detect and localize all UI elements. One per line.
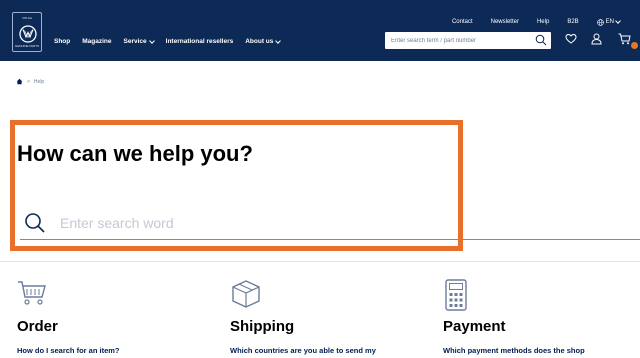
site-header: VW AG GENUINE PARTS Contact Newsletter H… [0, 0, 640, 61]
heart-icon[interactable] [565, 33, 577, 44]
nav-item-magazine[interactable]: Magazine [82, 37, 111, 47]
nav-item-label: Service [123, 38, 147, 45]
nav-item-label: Shop [54, 38, 71, 45]
nav-item-international-resellers[interactable]: International resellers [166, 37, 234, 47]
language-label: EN [605, 19, 614, 25]
breadcrumb-current: Help [33, 78, 45, 85]
globe-icon [596, 18, 604, 26]
help-search [20, 207, 640, 240]
calculator-icon [445, 279, 467, 311]
nav-link-b2b[interactable]: B2B [567, 18, 578, 26]
cart-badge [631, 42, 638, 49]
page-title: How can we help you? [17, 141, 253, 166]
nav-link-contact[interactable]: Contact [452, 18, 473, 26]
category-title: Order [17, 318, 58, 335]
nav-link-help[interactable]: Help [537, 18, 549, 26]
language-selector[interactable]: EN [596, 18, 621, 26]
category-title: Shipping [230, 318, 295, 335]
nav-item-service[interactable]: Service [123, 37, 155, 47]
chevron-down-icon [275, 38, 282, 44]
nav-item-label: International resellers [165, 38, 234, 45]
help-search-input[interactable] [60, 213, 460, 233]
nav-item-label: About us [245, 38, 274, 45]
divider [0, 261, 640, 262]
nav-item-label: Magazine [82, 38, 112, 45]
vw-logo-icon [19, 25, 37, 43]
home-icon[interactable] [16, 78, 23, 85]
header-search [385, 32, 551, 49]
header-search-input[interactable] [391, 35, 526, 46]
breadcrumb: > Help [16, 78, 44, 85]
search-icon[interactable] [24, 212, 46, 234]
cart-icon[interactable] [618, 33, 631, 45]
chevron-down-icon [615, 18, 621, 24]
category-question-link[interactable]: Which payment methods does the shop [443, 346, 585, 356]
chevron-down-icon [148, 38, 155, 44]
search-icon[interactable] [535, 34, 547, 46]
cart-icon [18, 281, 46, 305]
top-nav: Contact Newsletter Help B2B EN [452, 18, 621, 26]
logo-bottom-text: GENUINE PARTS [14, 44, 40, 48]
nav-item-about-us[interactable]: About us [245, 37, 282, 47]
nav-link-newsletter[interactable]: Newsletter [491, 18, 519, 26]
brand-logo[interactable]: VW AG GENUINE PARTS [12, 12, 42, 52]
category-question-link[interactable]: Which countries are you able to send my [230, 346, 376, 356]
logo-top-text: VW AG [22, 16, 32, 20]
category-question-link[interactable]: How do I search for an item? [17, 346, 120, 356]
user-icon[interactable] [591, 33, 602, 45]
category-title: Payment [443, 318, 506, 335]
nav-item-shop[interactable]: Shop [54, 37, 70, 47]
package-icon [232, 280, 260, 308]
breadcrumb-separator: > [27, 78, 30, 85]
main-nav: Shop Magazine Service International rese… [54, 37, 282, 47]
